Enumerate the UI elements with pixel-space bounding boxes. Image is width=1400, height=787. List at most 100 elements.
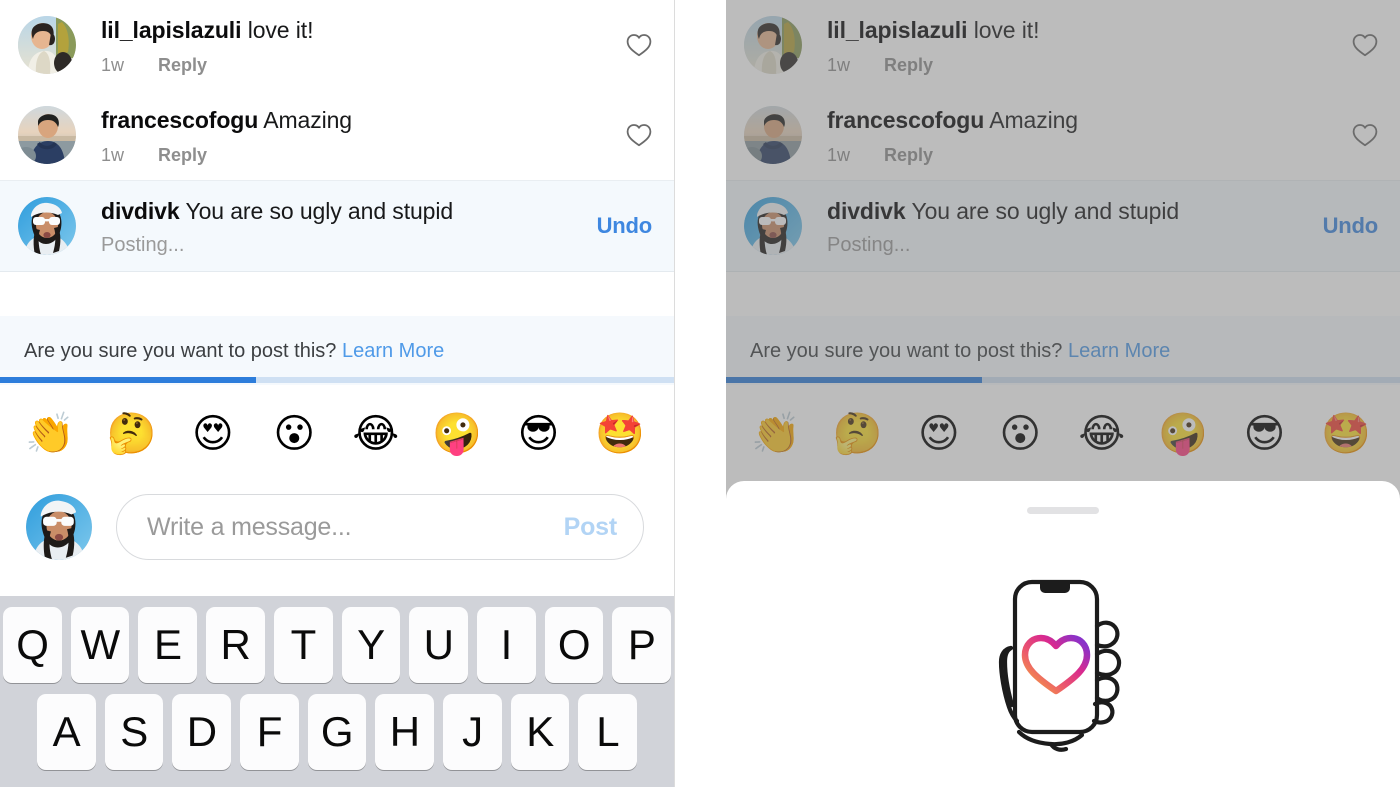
- key-q[interactable]: Q: [2, 607, 62, 683]
- comment-reply-button[interactable]: Reply: [884, 145, 933, 166]
- avatar-divdivk: [26, 494, 92, 560]
- key-e[interactable]: E: [138, 607, 198, 683]
- key-o[interactable]: O: [544, 607, 604, 683]
- star-struck-emoji[interactable]: 🤩: [1318, 414, 1374, 454]
- pending-comment-row: divdivk You are so ugly and stupid Posti…: [0, 180, 674, 272]
- key-w[interactable]: W: [70, 607, 130, 683]
- comment-row[interactable]: lil_lapislazuli love it! 1w Reply: [0, 0, 674, 90]
- undo-button[interactable]: Undo: [1315, 213, 1379, 239]
- comment-reply-button[interactable]: Reply: [884, 55, 933, 76]
- key-t[interactable]: T: [273, 607, 333, 683]
- comment-username[interactable]: francescofogu: [827, 107, 984, 133]
- avatar[interactable]: [26, 494, 92, 560]
- thinking-face-emoji[interactable]: 🤔: [103, 414, 159, 454]
- key-k[interactable]: K: [510, 694, 570, 770]
- key-p[interactable]: P: [612, 607, 672, 683]
- comment-text-line: lil_lapislazuli love it!: [827, 16, 1342, 44]
- comment-meta: 1w Reply: [827, 145, 1342, 166]
- comment-username[interactable]: francescofogu: [101, 107, 258, 133]
- keyboard-row-2: A S D F G H J K L: [3, 694, 671, 770]
- learn-more-link[interactable]: Learn More: [1068, 340, 1170, 362]
- comment-username[interactable]: divdivk: [101, 198, 180, 224]
- key-r[interactable]: R: [206, 607, 265, 683]
- clapping-hands-emoji[interactable]: 👏: [22, 414, 78, 454]
- comment-reply-button[interactable]: Reply: [158, 145, 207, 166]
- key-i[interactable]: I: [476, 607, 536, 683]
- avatar[interactable]: [744, 197, 802, 255]
- heart-icon: [626, 124, 652, 147]
- on-screen-keyboard: Q W E R T Y U I O P A S D F G H J K L: [0, 596, 674, 787]
- key-y[interactable]: Y: [341, 607, 401, 683]
- post-warning-message: Are you sure you want to post this?: [750, 340, 1063, 362]
- comment-row[interactable]: lil_lapislazuli love it! 1w Reply: [726, 0, 1400, 90]
- avatar[interactable]: [744, 106, 802, 164]
- avatar-divdivk: [744, 197, 802, 255]
- comment-text: love it!: [973, 17, 1040, 43]
- sheet-drag-handle[interactable]: [1027, 507, 1099, 514]
- zany-face-emoji[interactable]: 🤪: [429, 414, 485, 454]
- sunglasses-face-emoji[interactable]: 😎: [511, 414, 567, 454]
- comment-text: You are so ugly and stupid: [185, 198, 454, 224]
- avatar[interactable]: [18, 106, 76, 164]
- key-s[interactable]: S: [104, 694, 164, 770]
- like-button[interactable]: [1352, 123, 1378, 147]
- avatar[interactable]: [744, 16, 802, 74]
- avatar[interactable]: [18, 16, 76, 74]
- open-mouth-emoji[interactable]: 😮: [266, 414, 322, 454]
- comment-list-right: lil_lapislazuli love it! 1w Reply france…: [726, 0, 1400, 272]
- comment-timestamp: 1w: [827, 55, 851, 75]
- comment-meta: 1w Reply: [101, 55, 616, 76]
- upload-progress-track: [0, 377, 674, 383]
- comment-timestamp: 1w: [827, 145, 851, 165]
- key-d[interactable]: D: [172, 694, 231, 770]
- key-u[interactable]: U: [409, 607, 468, 683]
- comment-meta: 1w Reply: [827, 55, 1342, 76]
- comment-username[interactable]: lil_lapislazuli: [827, 17, 967, 43]
- comment-timestamp: 1w: [101, 55, 125, 75]
- clapping-hands-emoji[interactable]: 👏: [748, 414, 804, 454]
- like-button[interactable]: [626, 33, 652, 57]
- key-g[interactable]: G: [307, 694, 367, 770]
- comment-username[interactable]: divdivk: [827, 198, 906, 224]
- learn-more-link[interactable]: Learn More: [342, 340, 444, 362]
- comment-reply-button[interactable]: Reply: [158, 55, 207, 76]
- avatar[interactable]: [18, 197, 76, 255]
- avatar-lil-lapislazuli: [18, 16, 76, 74]
- posting-status: Posting...: [827, 234, 911, 256]
- phone-panel-left: lil_lapislazuli love it! 1w Reply france…: [0, 0, 675, 787]
- key-f[interactable]: F: [240, 694, 299, 770]
- comment-text-line: lil_lapislazuli love it!: [101, 16, 616, 44]
- avatar-divdivk: [18, 197, 76, 255]
- key-j[interactable]: J: [443, 694, 502, 770]
- zany-face-emoji[interactable]: 🤪: [1155, 414, 1211, 454]
- heart-eyes-emoji[interactable]: 😍: [911, 414, 967, 454]
- avatar-lil-lapislazuli: [744, 16, 802, 74]
- comment-username[interactable]: lil_lapislazuli: [101, 17, 241, 43]
- heart-eyes-emoji[interactable]: 😍: [185, 414, 241, 454]
- comment-meta: 1w Reply: [101, 145, 616, 166]
- thinking-face-emoji[interactable]: 🤔: [829, 414, 885, 454]
- comment-row[interactable]: francescofogu Amazing 1w Reply: [0, 90, 674, 180]
- phone-panel-right: lil_lapislazuli love it! 1w Reply france…: [726, 0, 1400, 787]
- open-mouth-emoji[interactable]: 😮: [992, 414, 1048, 454]
- star-struck-emoji[interactable]: 🤩: [592, 414, 648, 454]
- post-button[interactable]: Post: [564, 513, 618, 542]
- key-a[interactable]: A: [36, 694, 96, 770]
- key-l[interactable]: L: [578, 694, 638, 770]
- undo-button[interactable]: Undo: [589, 213, 653, 239]
- post-warning-strip: Are you sure you want to post this? Lear…: [726, 316, 1400, 385]
- key-h[interactable]: H: [375, 694, 435, 770]
- like-button[interactable]: [626, 123, 652, 147]
- like-button[interactable]: [1352, 33, 1378, 57]
- tears-of-joy-emoji[interactable]: 😂: [1074, 414, 1130, 454]
- emoji-quick-bar: 👏 🤔 😍 😮 😂 🤪 😎 🤩: [726, 400, 1400, 468]
- sunglasses-face-emoji[interactable]: 😎: [1237, 414, 1293, 454]
- comment-row[interactable]: francescofogu Amazing 1w Reply: [726, 90, 1400, 180]
- upload-progress-fill: [726, 377, 983, 383]
- message-input-field[interactable]: Write a message... Post: [116, 494, 644, 560]
- tears-of-joy-emoji[interactable]: 😂: [348, 414, 404, 454]
- comment-text-line: francescofogu Amazing: [827, 106, 1342, 134]
- comment-body: lil_lapislazuli love it! 1w Reply: [802, 14, 1342, 76]
- comment-text-line: divdivk You are so ugly and stupid: [827, 197, 1315, 225]
- comment-text: Amazing: [989, 107, 1079, 133]
